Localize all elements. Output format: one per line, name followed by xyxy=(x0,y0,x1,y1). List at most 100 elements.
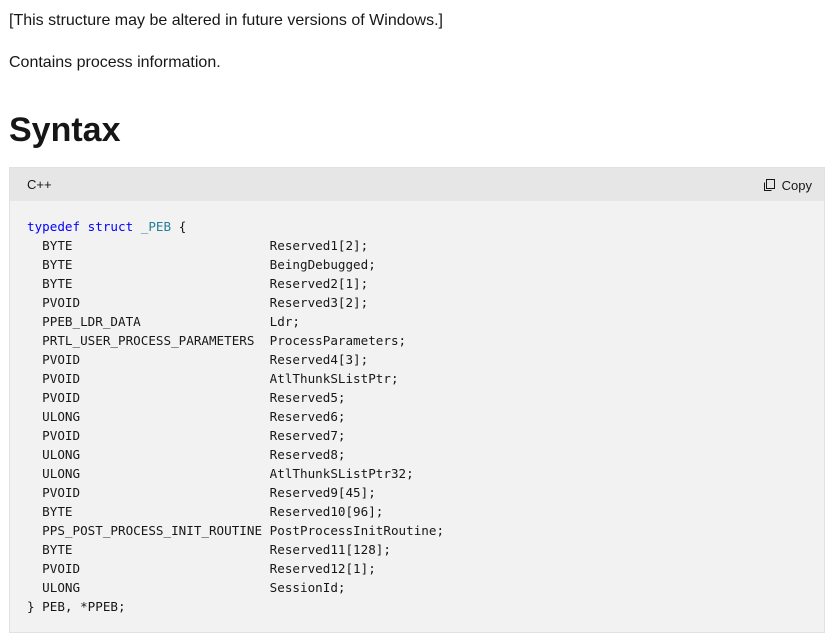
code-line-field: ULONG Reserved6; xyxy=(27,407,444,426)
field-padding xyxy=(73,238,270,253)
field-type: PVOID xyxy=(42,390,81,405)
code-content: typedef struct _PEB { BYTE Reserved1[2];… xyxy=(27,217,444,616)
field-padding xyxy=(262,523,270,538)
field-indent xyxy=(27,542,42,557)
code-line-field: BYTE Reserved11[128]; xyxy=(27,540,444,559)
field-indent xyxy=(27,333,42,348)
code-line-header: typedef struct _PEB { xyxy=(27,217,444,236)
field-name: Reserved10[96]; xyxy=(269,504,384,519)
field-indent xyxy=(27,390,42,405)
field-name: AtlThunkSListPtr; xyxy=(269,371,399,386)
field-type: PVOID xyxy=(42,428,81,443)
field-indent xyxy=(27,276,42,291)
field-indent xyxy=(27,523,42,538)
field-indent xyxy=(27,314,42,329)
copy-icon xyxy=(762,178,776,192)
field-padding xyxy=(80,485,270,500)
field-padding xyxy=(80,561,270,576)
field-padding xyxy=(80,428,270,443)
struct-fields: BYTE Reserved1[2]; BYTE BeingDebugged; B… xyxy=(27,236,444,597)
code-line-field: PVOID Reserved4[3]; xyxy=(27,350,444,369)
field-type: BYTE xyxy=(42,238,73,253)
field-padding xyxy=(73,504,270,519)
code-line-field: PVOID AtlThunkSListPtr; xyxy=(27,369,444,388)
code-line-field: PVOID Reserved7; xyxy=(27,426,444,445)
field-indent xyxy=(27,580,42,595)
code-line-field: PPEB_LDR_DATA Ldr; xyxy=(27,312,444,331)
code-line-field: PVOID Reserved9[45]; xyxy=(27,483,444,502)
field-indent xyxy=(27,295,42,310)
field-name: Reserved12[1]; xyxy=(269,561,376,576)
code-language-label: C++ xyxy=(27,177,52,192)
field-name: ProcessParameters; xyxy=(269,333,407,348)
field-indent xyxy=(27,504,42,519)
field-indent xyxy=(27,257,42,272)
field-name: Reserved3[2]; xyxy=(269,295,369,310)
field-name: SessionId; xyxy=(269,580,346,595)
field-padding xyxy=(73,542,270,557)
field-name: Reserved11[128]; xyxy=(269,542,391,557)
description: Contains process information. xyxy=(9,54,221,71)
field-indent xyxy=(27,466,42,481)
field-type: PVOID xyxy=(42,371,81,386)
field-name: Ldr; xyxy=(269,314,300,329)
version-note: [This structure may be altered in future… xyxy=(9,12,443,29)
field-type: ULONG xyxy=(42,447,81,462)
field-padding xyxy=(80,390,270,405)
field-indent xyxy=(27,447,42,462)
code-line-field: PVOID Reserved3[2]; xyxy=(27,293,444,312)
field-type: BYTE xyxy=(42,504,73,519)
field-type: PVOID xyxy=(42,352,81,367)
copy-label: Copy xyxy=(781,177,812,193)
syntax-heading: Syntax xyxy=(9,111,121,149)
code-line-field: ULONG Reserved8; xyxy=(27,445,444,464)
field-type: PPS_POST_PROCESS_INIT_ROUTINE xyxy=(42,523,263,538)
code-line-field: BYTE Reserved2[1]; xyxy=(27,274,444,293)
code-line-field: BYTE BeingDebugged; xyxy=(27,255,444,274)
field-type: BYTE xyxy=(42,257,73,272)
keyword-typedef: typedef xyxy=(27,219,81,234)
open-brace: { xyxy=(171,219,187,234)
field-name: Reserved2[1]; xyxy=(269,276,369,291)
field-padding xyxy=(80,466,270,481)
field-type: PVOID xyxy=(42,295,81,310)
field-padding xyxy=(80,371,270,386)
field-name: AtlThunkSListPtr32; xyxy=(269,466,414,481)
field-type: ULONG xyxy=(42,409,81,424)
code-line-field: PVOID Reserved12[1]; xyxy=(27,559,444,578)
code-line-field: BYTE Reserved1[2]; xyxy=(27,236,444,255)
field-indent xyxy=(27,352,42,367)
code-line-field: ULONG SessionId; xyxy=(27,578,444,597)
field-indent xyxy=(27,238,42,253)
field-indent xyxy=(27,485,42,500)
field-padding xyxy=(80,352,270,367)
field-padding xyxy=(80,295,270,310)
copy-button[interactable]: Copy xyxy=(762,175,812,195)
field-type: PRTL_USER_PROCESS_PARAMETERS xyxy=(42,333,255,348)
field-padding xyxy=(80,409,270,424)
field-name: Reserved4[3]; xyxy=(269,352,369,367)
field-type: PVOID xyxy=(42,485,81,500)
code-line-field: PPS_POST_PROCESS_INIT_ROUTINE PostProces… xyxy=(27,521,444,540)
code-line-field: BYTE Reserved10[96]; xyxy=(27,502,444,521)
field-type: BYTE xyxy=(42,542,73,557)
field-indent xyxy=(27,428,42,443)
field-padding xyxy=(254,333,269,348)
field-padding xyxy=(141,314,270,329)
code-line-field: PRTL_USER_PROCESS_PARAMETERS ProcessPara… xyxy=(27,331,444,350)
code-line-footer: } PEB, *PPEB; xyxy=(27,599,126,614)
struct-name: _PEB xyxy=(140,219,172,234)
code-header: C++ Copy xyxy=(10,168,824,201)
field-type: PPEB_LDR_DATA xyxy=(42,314,141,329)
field-type: ULONG xyxy=(42,580,81,595)
field-type: BYTE xyxy=(42,276,73,291)
field-name: Reserved5; xyxy=(269,390,346,405)
field-indent xyxy=(27,409,42,424)
field-name: BeingDebugged; xyxy=(269,257,376,272)
field-type: ULONG xyxy=(42,466,81,481)
field-name: PostProcessInitRoutine; xyxy=(269,523,445,538)
field-padding xyxy=(80,580,270,595)
field-name: Reserved6; xyxy=(269,409,346,424)
keyword-struct: struct xyxy=(87,219,134,234)
field-indent xyxy=(27,561,42,576)
